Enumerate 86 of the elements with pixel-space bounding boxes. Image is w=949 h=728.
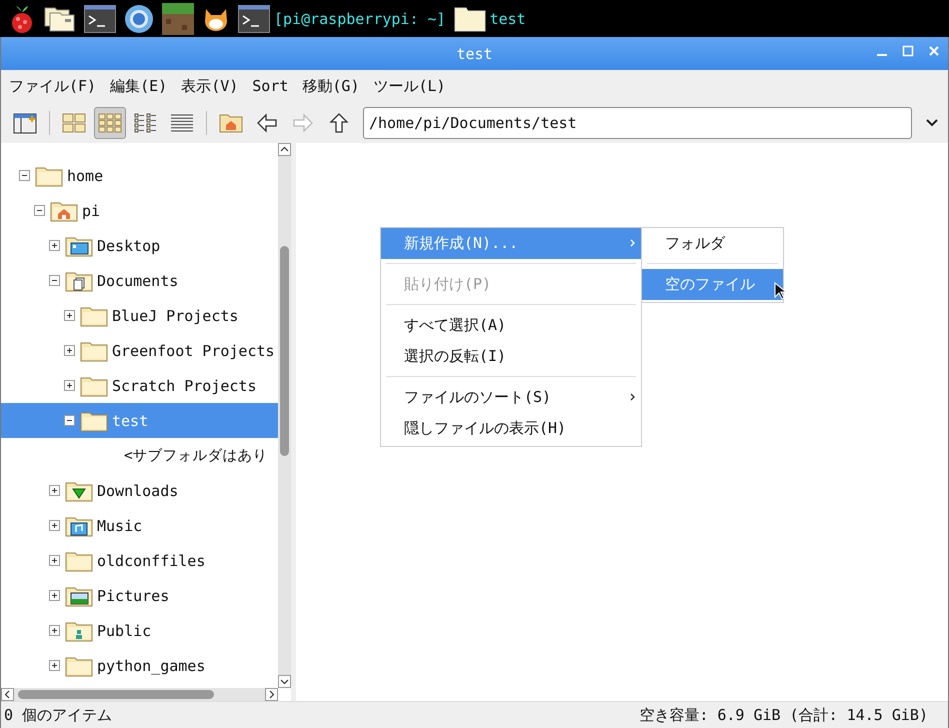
folder-icon bbox=[80, 410, 108, 432]
close-icon[interactable] bbox=[928, 45, 940, 57]
folder-icon bbox=[65, 550, 93, 572]
scrollbar-thumb[interactable] bbox=[18, 690, 214, 699]
documents-folder-icon bbox=[65, 270, 93, 292]
menu-item[interactable]: 隠しファイルの表示(H) bbox=[381, 413, 641, 444]
menu-item[interactable]: フォルダ bbox=[642, 228, 783, 259]
folder-icon bbox=[80, 340, 108, 362]
expand-icon[interactable] bbox=[64, 380, 75, 391]
tree-item[interactable]: Pictures bbox=[1, 578, 278, 613]
folder-icon bbox=[80, 374, 108, 396]
maximize-icon[interactable] bbox=[902, 45, 914, 57]
expand-icon[interactable] bbox=[64, 345, 75, 356]
menu-item[interactable]: 選択の反転(I) bbox=[381, 341, 641, 372]
home-folder-icon bbox=[219, 112, 243, 132]
collapse-icon[interactable] bbox=[19, 170, 30, 181]
menu-item[interactable]: 移動(G) bbox=[302, 76, 360, 96]
collapse-icon[interactable] bbox=[64, 415, 75, 426]
tree-item[interactable]: Music bbox=[1, 508, 278, 543]
home-folder-icon bbox=[50, 200, 78, 222]
item-count-text: 0 個のアイテム bbox=[4, 706, 112, 724]
tree-item[interactable]: oldconffiles bbox=[1, 543, 278, 578]
mouse-pointer-icon bbox=[774, 282, 786, 300]
tree-item[interactable]: python_games bbox=[1, 648, 278, 683]
scroll-down-icon[interactable] bbox=[278, 675, 291, 688]
scrollbar-thumb[interactable] bbox=[280, 246, 289, 456]
expand-icon[interactable] bbox=[64, 310, 75, 321]
taskbar-window-button[interactable]: [pi@raspberrypi: ~] bbox=[238, 2, 446, 34]
taskbar-window-button[interactable]: test bbox=[454, 2, 526, 34]
downloads-folder-icon bbox=[65, 480, 93, 502]
menu-item[interactable]: ファイルのソート(S) bbox=[381, 382, 641, 413]
folder-icon bbox=[35, 164, 63, 186]
scroll-up-icon[interactable] bbox=[278, 143, 291, 156]
menu-item[interactable]: すべて選択(A) bbox=[381, 310, 641, 341]
new-window-icon bbox=[13, 112, 37, 134]
list-view-icon bbox=[170, 112, 194, 132]
dropdown-caret-icon[interactable] bbox=[926, 118, 938, 126]
folder-icon bbox=[80, 304, 108, 326]
collapse-icon[interactable] bbox=[34, 205, 45, 216]
folder-icon bbox=[65, 654, 93, 676]
scroll-left-icon[interactable] bbox=[1, 688, 14, 701]
menu-item[interactable]: ファイル(F) bbox=[9, 76, 96, 96]
expand-icon[interactable] bbox=[49, 485, 60, 496]
path-field[interactable]: /home/pi/Documents/test bbox=[363, 106, 912, 138]
tree-item[interactable]: Desktop bbox=[1, 228, 278, 263]
tree-item[interactable]: Downloads bbox=[1, 473, 278, 508]
grass-block-icon[interactable] bbox=[162, 2, 194, 34]
forward-arrow-icon bbox=[292, 112, 314, 132]
placeholder-text: <サブフォルダはあり bbox=[123, 447, 268, 465]
tree-item[interactable]: Greenfoot Projects bbox=[1, 333, 278, 368]
vertical-scrollbar[interactable] bbox=[278, 143, 291, 688]
terminal-icon[interactable] bbox=[238, 4, 270, 32]
expand-icon[interactable] bbox=[49, 520, 60, 531]
expand-icon[interactable] bbox=[49, 625, 60, 636]
up-arrow-icon bbox=[329, 112, 349, 134]
public-folder-icon bbox=[65, 620, 93, 642]
menu-item[interactable]: 表示(V) bbox=[181, 76, 238, 96]
small-icons-view-icon bbox=[98, 112, 122, 132]
folders-icon[interactable] bbox=[44, 4, 76, 32]
desktop-folder-icon bbox=[65, 234, 93, 256]
pictures-folder-icon bbox=[65, 584, 93, 606]
folder-icon bbox=[454, 6, 486, 32]
music-folder-icon bbox=[65, 514, 93, 536]
free-space-text: 空き容量: 6.9 GiB (合計: 14.5 GiB) bbox=[639, 706, 928, 724]
compact-view-icon bbox=[134, 112, 158, 132]
back-arrow-icon bbox=[256, 112, 278, 132]
expand-icon[interactable] bbox=[49, 240, 60, 251]
tree-item[interactable]: Documents bbox=[1, 263, 278, 298]
globe-browser-icon[interactable] bbox=[124, 4, 154, 34]
expand-icon[interactable] bbox=[49, 555, 60, 566]
expand-icon[interactable] bbox=[49, 590, 60, 601]
tree-item[interactable]: pi bbox=[1, 193, 278, 228]
tree-item[interactable]: home bbox=[1, 158, 278, 193]
horizontal-scrollbar[interactable] bbox=[1, 688, 278, 701]
large-icons-view-icon bbox=[62, 112, 86, 132]
collapse-icon[interactable] bbox=[49, 275, 60, 286]
menu-item[interactable]: Sort bbox=[252, 77, 288, 95]
expand-icon[interactable] bbox=[49, 660, 60, 671]
terminal-icon[interactable] bbox=[84, 4, 116, 32]
tree-item[interactable]: Scratch Projects bbox=[1, 368, 278, 403]
menu-item[interactable]: ツール(L) bbox=[374, 76, 446, 96]
window-title: test bbox=[456, 44, 493, 62]
tree-item[interactable]: BlueJ Projects bbox=[1, 298, 278, 333]
menu-item[interactable]: 編集(E) bbox=[110, 76, 168, 96]
tree-item[interactable]: Public bbox=[1, 613, 278, 648]
scroll-right-icon[interactable] bbox=[265, 688, 278, 701]
